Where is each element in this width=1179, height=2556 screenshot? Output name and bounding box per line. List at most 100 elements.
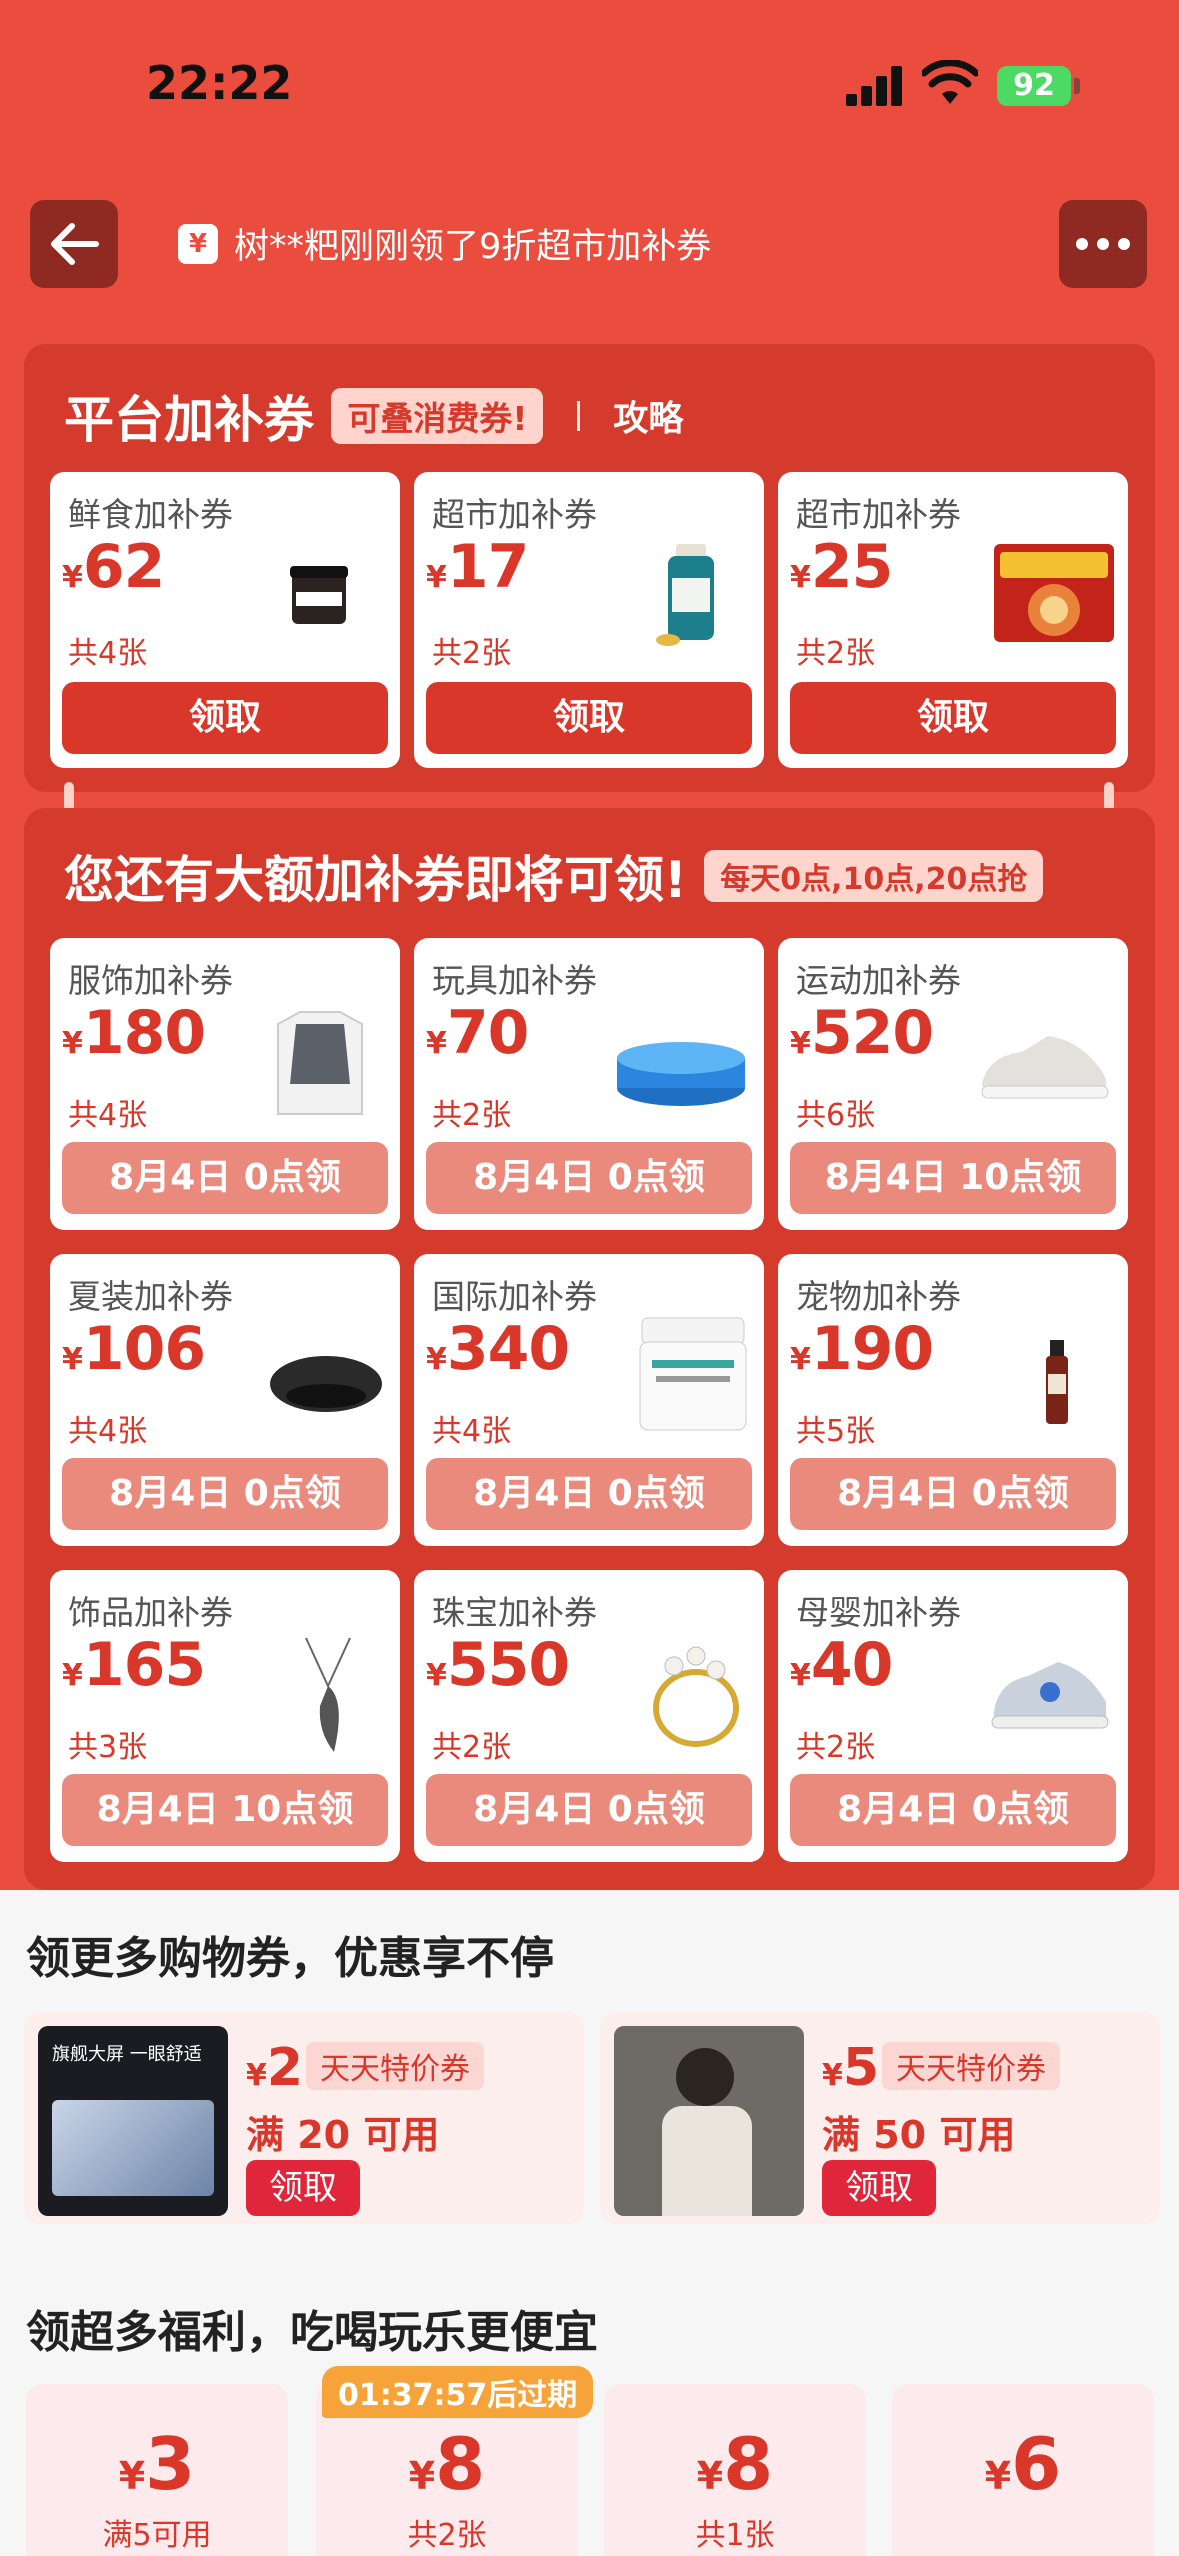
shop-coupon-amount: ¥5 — [822, 2038, 880, 2098]
coupon-card-jewelry: 珠宝加补券 ¥550 共2张 8月4日 0点领 — [414, 1570, 764, 1862]
coupon-amount: ¥25 — [790, 532, 893, 602]
shopping-coupon-card: ¥5 天天特价券 满 50 可用 领取 — [600, 2012, 1160, 2224]
perk-sub: 共2张 — [407, 2518, 487, 2553]
supplement-bottle-icon — [656, 544, 714, 646]
daily-deal-tag: 天天特价券 — [306, 2042, 484, 2090]
coupon-name: 服饰加补券 — [68, 961, 233, 1000]
inflatable-pool-icon — [617, 1042, 745, 1106]
coupon-name: 珠宝加补券 — [432, 1593, 597, 1632]
coupon-count: 共4张 — [68, 1414, 148, 1449]
claim-time-button[interactable]: 8月4日 0点领 — [790, 1774, 1116, 1846]
arrow-left-icon — [51, 223, 99, 265]
coupon-count: 共6张 — [796, 1098, 876, 1133]
divider — [576, 401, 580, 431]
perk-coupon-card[interactable]: ¥6 — [892, 2384, 1154, 2556]
back-button[interactable] — [30, 200, 118, 288]
claim-button[interactable]: 领取 — [246, 2160, 360, 2216]
perk-coupon-card[interactable]: ¥3 满5可用 — [26, 2384, 288, 2556]
perk-amount: ¥6 — [984, 2422, 1062, 2506]
perk-amount: ¥8 — [696, 2422, 774, 2506]
coupon-count: 共4张 — [432, 1414, 512, 1449]
coupon-amount: ¥165 — [62, 1630, 206, 1700]
coupon-name: 鲜食加补券 — [68, 495, 233, 534]
coupon-count: 共2张 — [432, 1730, 512, 1765]
perk-amount: ¥8 — [408, 2422, 486, 2506]
tablet-image: 旗舰大屏 一眼舒适 — [38, 2026, 228, 2216]
coupon-count: 共3张 — [68, 1730, 148, 1765]
panel-title: 平台加补券 — [64, 391, 314, 449]
wing-necklace-icon — [305, 1637, 351, 1752]
coupon-name: 玩具加补券 — [432, 961, 597, 1000]
claim-button[interactable]: 领取 — [62, 682, 388, 754]
perk-amount: ¥3 — [118, 2422, 196, 2506]
coupon-card-supermarket-2: 超市加补券 ¥25 共2张 领取 — [778, 472, 1128, 768]
claim-button[interactable]: 领取 — [426, 682, 752, 754]
coupon-name: 宠物加补券 — [796, 1277, 961, 1316]
claim-time-button[interactable]: 8月4日 0点领 — [426, 1458, 752, 1530]
claim-time-button[interactable]: 8月4日 0点领 — [62, 1458, 388, 1530]
claim-ticker: ¥ 树**粑刚刚领了9折超市加补券 — [178, 218, 711, 269]
shop-coupon-amount: ¥2 — [246, 2038, 304, 2098]
claim-time-button[interactable]: 8月4日 10点领 — [62, 1774, 388, 1846]
upcoming-panel-header: 您还有大额加补券即将可领! 每天0点,10点,20点抢 — [64, 840, 1044, 912]
noodle-pack-icon — [994, 544, 1114, 642]
expiry-timer-badge: 01:37:57后过期 — [322, 2366, 594, 2418]
pearl-ring-icon — [653, 1646, 739, 1747]
claim-button[interactable]: 领取 — [790, 682, 1116, 754]
claim-time-button[interactable]: 8月4日 0点领 — [426, 1142, 752, 1214]
coupon-amount: ¥70 — [426, 998, 529, 1068]
coupon-count: 共2张 — [432, 636, 512, 671]
coupon-card-baby: 母婴加补券 ¥40 共2张 8月4日 0点领 — [778, 1570, 1128, 1862]
fashion-model-image — [614, 2026, 804, 2216]
more-dots-icon — [1076, 238, 1130, 250]
coupon-name: 超市加补券 — [796, 495, 961, 534]
coupon-count: 共4张 — [68, 1098, 148, 1133]
signal-icon — [846, 66, 904, 106]
status-time: 22:22 — [146, 56, 293, 110]
coupon-amount: ¥17 — [426, 532, 529, 602]
coupon-card-accessories: 饰品加补券 ¥165 共3张 8月4日 10点领 — [50, 1570, 400, 1862]
ticker-text: 树**粑刚刚领了9折超市加补券 — [234, 227, 712, 267]
coupon-card-summer: 夏装加补券 ¥106 共4张 8月4日 0点领 — [50, 1254, 400, 1546]
sweater-vest-icon — [277, 1011, 363, 1115]
claim-time-button[interactable]: 8月4日 10点领 — [790, 1142, 1116, 1214]
claim-time-button[interactable]: 8月4日 0点领 — [426, 1774, 752, 1846]
claim-time-button[interactable]: 8月4日 0点领 — [62, 1142, 388, 1214]
status-bar: 22:22 92 — [0, 0, 1179, 170]
perk-sub: 满5可用 — [102, 2518, 212, 2553]
shopping-coupon-card: 旗舰大屏 一眼舒适 ¥2 天天特价券 满 20 可用 领取 — [24, 2012, 584, 2224]
perk-coupon-card[interactable]: ¥8 共1张 — [604, 2384, 866, 2556]
coupon-amount: ¥190 — [790, 1314, 934, 1384]
coupon-amount: ¥520 — [790, 998, 934, 1068]
battery-tip — [1074, 78, 1080, 94]
coupon-card-apparel: 服饰加补券 ¥180 共4张 8月4日 0点领 — [50, 938, 400, 1230]
coupon-count: 共4张 — [68, 636, 148, 671]
coupon-amount: ¥106 — [62, 1314, 206, 1384]
claim-button[interactable]: 领取 — [822, 2160, 936, 2216]
sneaker-icon — [981, 1036, 1109, 1099]
kids-shoe-icon — [991, 1662, 1109, 1729]
coupon-card-fresh: 鲜食加补券 ¥62 共4张 领取 — [50, 472, 400, 768]
cream-jar-icon — [639, 1317, 747, 1431]
coupon-name: 国际加补券 — [432, 1277, 597, 1316]
coupon-amount: ¥62 — [62, 532, 165, 602]
more-button[interactable] — [1059, 200, 1147, 288]
battery-icon: 92 — [997, 66, 1071, 106]
beret-hat-icon — [270, 1356, 382, 1412]
coupon-amount: ¥340 — [426, 1314, 570, 1384]
coupon-card-toys: 玩具加补券 ¥70 共2张 8月4日 0点领 — [414, 938, 764, 1230]
tablet-ad-text: 旗舰大屏 一眼舒适 — [52, 2044, 202, 2065]
perk-sub: 共1张 — [695, 2518, 775, 2553]
shop-coupon-condition: 满 50 可用 — [822, 2113, 1016, 2157]
wifi-icon — [922, 60, 978, 104]
coupon-amount: ¥40 — [790, 1630, 893, 1700]
strategy-link[interactable]: 攻略 — [613, 400, 683, 440]
coupon-name: 饰品加补券 — [68, 1593, 233, 1632]
claim-time-button[interactable]: 8月4日 0点领 — [790, 1458, 1116, 1530]
coupon-card-supermarket: 超市加补券 ¥17 共2张 领取 — [414, 472, 764, 768]
pet-bottle-icon — [1046, 1340, 1068, 1424]
platform-panel-header: 平台加补券 可叠消费券! 攻略 — [64, 380, 683, 452]
coupon-icon: ¥ — [178, 223, 218, 264]
coupon-amount: ¥550 — [426, 1630, 570, 1700]
coupon-count: 共2张 — [796, 636, 876, 671]
